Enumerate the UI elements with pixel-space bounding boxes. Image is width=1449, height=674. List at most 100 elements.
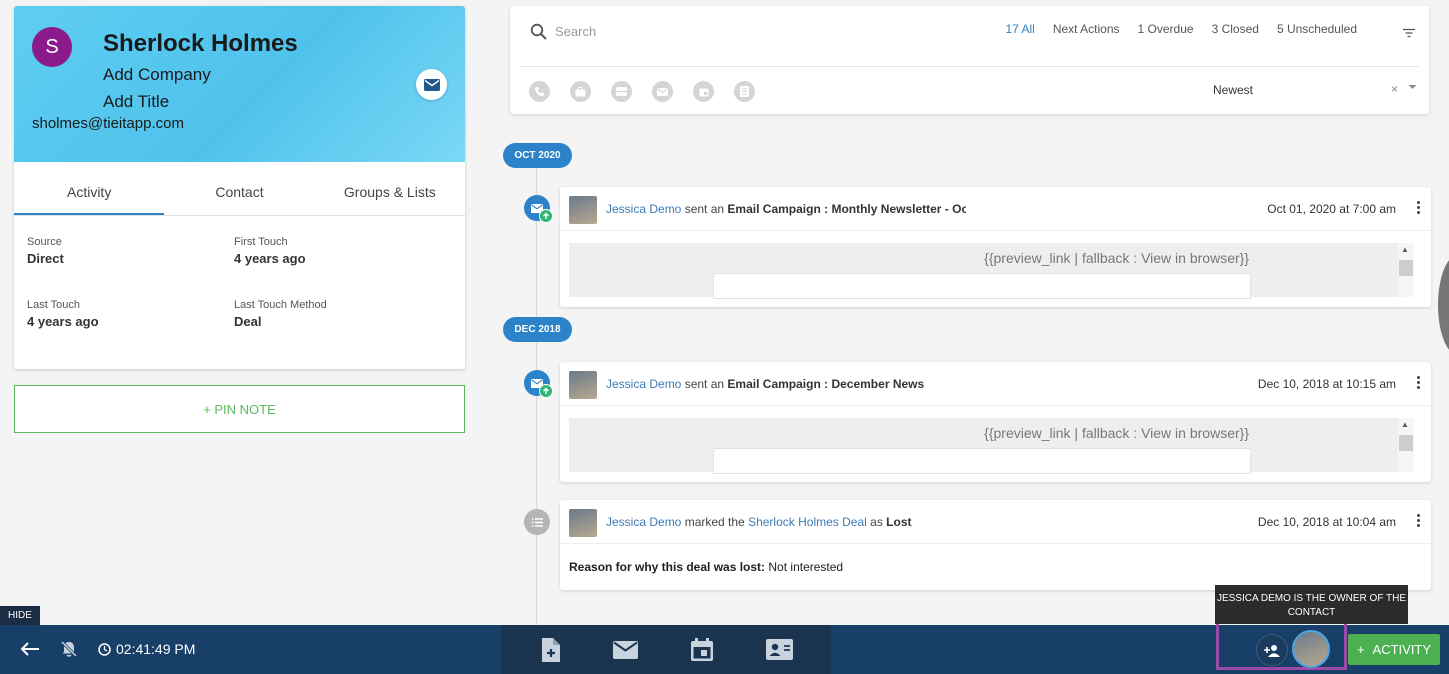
field-label: First Touch	[234, 236, 288, 248]
scrollbar-thumb[interactable]	[1399, 260, 1413, 276]
sort-menu-button[interactable]	[1403, 25, 1415, 43]
month-marker: DEC 2018	[503, 317, 572, 342]
deal-node	[524, 509, 550, 535]
email-preview[interactable]: {{preview_link | fallback : View in brow…	[569, 243, 1414, 299]
more-options-icon[interactable]	[1417, 376, 1421, 391]
assign-owner-button[interactable]	[1256, 634, 1288, 666]
contact-name[interactable]: Sherlock Holmes	[103, 30, 298, 58]
side-panel-handle[interactable]	[1438, 255, 1449, 355]
filter-closed[interactable]: 3 Closed	[1212, 22, 1259, 36]
actor-link[interactable]: Jessica Demo	[606, 377, 681, 391]
preview-text: {{preview_link | fallback : View in brow…	[984, 250, 1249, 266]
plus-icon: +	[1356, 642, 1365, 657]
bell-off-icon[interactable]	[60, 640, 78, 658]
sort-select[interactable]: Newest	[1213, 83, 1253, 97]
field-first-touch: First Touch 4 years ago	[234, 236, 306, 266]
activity-card[interactable]: Jessica Demo sent an Email Campaign : Mo…	[560, 187, 1431, 307]
email-icon[interactable]	[652, 81, 673, 102]
more-options-icon[interactable]	[1417, 514, 1421, 529]
field-label: Last Touch Method	[234, 299, 327, 311]
actor-link[interactable]: Jessica Demo	[606, 202, 681, 216]
clear-sort-button[interactable]: ×	[1391, 82, 1398, 96]
activity-verb: sent an	[684, 202, 725, 216]
month-marker: OCT 2020	[503, 143, 572, 168]
email-node	[524, 370, 553, 398]
person-add-icon	[1264, 644, 1280, 657]
add-title-link[interactable]: Add Title	[103, 92, 169, 112]
envelope-icon[interactable]	[612, 640, 638, 659]
calendar-icon[interactable]	[693, 81, 714, 102]
field-label: Last Touch	[27, 299, 81, 311]
email-node	[524, 195, 553, 223]
tab-groups-lists[interactable]: Groups & Lists	[315, 162, 465, 215]
activity-summary: Jessica Demo marked the Sherlock Holmes …	[606, 515, 912, 529]
scrollbar-thumb[interactable]	[1399, 435, 1413, 451]
tab-activity[interactable]: Activity	[14, 162, 165, 215]
deal-status: Lost	[886, 515, 912, 529]
preview-scrollbar[interactable]: ▲	[1398, 418, 1414, 472]
back-arrow-icon[interactable]	[20, 641, 40, 657]
preview-scrollbar[interactable]: ▲	[1398, 243, 1414, 297]
filter-next-actions[interactable]: Next Actions	[1053, 22, 1120, 36]
field-value: 4 years ago	[234, 251, 306, 266]
filter-lines-icon	[1403, 28, 1415, 38]
preview-body	[713, 273, 1251, 299]
chevron-up-icon[interactable]: ▲	[1401, 245, 1409, 254]
reason-label: Reason for why this deal was lost:	[569, 560, 766, 574]
arrow-up-icon	[539, 384, 553, 398]
briefcase-icon[interactable]	[570, 81, 591, 102]
activity-filter-bar: Search 17 All Next Actions 1 Overdue 3 C…	[510, 6, 1429, 114]
search-input[interactable]: Search	[555, 24, 596, 39]
activity-header: Jessica Demo sent an Email Campaign : Mo…	[560, 187, 1431, 231]
tab-contact[interactable]: Contact	[164, 162, 314, 215]
note-icon[interactable]	[611, 81, 632, 102]
contact-card: S Sherlock Holmes Add Company Add Title …	[14, 6, 465, 369]
contact-email[interactable]: sholmes@tieitapp.com	[32, 115, 184, 132]
email-preview[interactable]: {{preview_link | fallback : View in brow…	[569, 418, 1414, 474]
chevron-down-icon[interactable]	[1408, 82, 1417, 92]
owner-avatar[interactable]	[1292, 630, 1330, 668]
calendar-icon[interactable]	[690, 638, 713, 661]
filter-all[interactable]: 17 All	[1005, 22, 1034, 36]
add-activity-button[interactable]: + ACTIVITY	[1348, 634, 1440, 665]
activity-card[interactable]: Jessica Demo sent an Email Campaign : De…	[560, 362, 1431, 482]
user-avatar	[569, 509, 597, 537]
list-icon	[531, 517, 543, 527]
activity-verb: sent an	[684, 377, 725, 391]
activity-type-filters	[529, 81, 755, 102]
activity-card[interactable]: Jessica Demo marked the Sherlock Holmes …	[560, 500, 1431, 590]
activity-type: Email Campaign :	[727, 202, 829, 216]
call-timer: 02:41:49 PM	[98, 641, 195, 657]
filter-unscheduled[interactable]: 5 Unscheduled	[1277, 22, 1357, 36]
timer-value: 02:41:49 PM	[116, 641, 196, 657]
contact-card-icon[interactable]	[765, 639, 793, 660]
deal-link[interactable]: Sherlock Holmes Deal	[748, 515, 867, 529]
activity-date: Dec 10, 2018 at 10:15 am	[1257, 377, 1396, 391]
hide-bar-button[interactable]: HIDE	[0, 606, 40, 625]
activity-subject: December News	[831, 377, 925, 391]
send-email-button[interactable]	[416, 69, 447, 100]
divider	[520, 66, 1419, 67]
chevron-up-icon[interactable]: ▲	[1401, 420, 1409, 429]
activity-summary: Jessica Demo sent an Email Campaign : Mo…	[606, 202, 966, 216]
filter-overdue[interactable]: 1 Overdue	[1138, 22, 1194, 36]
preview-text: {{preview_link | fallback : View in brow…	[984, 425, 1249, 441]
activity-date: Oct 01, 2020 at 7:00 am	[1267, 202, 1396, 216]
activity-header: Jessica Demo sent an Email Campaign : De…	[560, 362, 1431, 406]
search-box[interactable]: Search	[530, 23, 596, 40]
quick-actions	[501, 625, 831, 674]
more-options-icon[interactable]	[1417, 201, 1421, 216]
activity-button-label: ACTIVITY	[1372, 642, 1432, 657]
phone-icon[interactable]	[529, 81, 550, 102]
sort-controls: ×	[1391, 82, 1417, 96]
add-company-link[interactable]: Add Company	[103, 65, 211, 85]
activity-subject: Monthly Newsletter - Oc	[831, 202, 966, 216]
pin-note-button[interactable]: + PIN NOTE	[14, 385, 465, 433]
actor-link[interactable]: Jessica Demo	[606, 515, 681, 529]
activity-header: Jessica Demo marked the Sherlock Holmes …	[560, 500, 1431, 544]
search-icon	[530, 23, 547, 40]
activity-counts: 17 All Next Actions 1 Overdue 3 Closed 5…	[1005, 22, 1357, 36]
envelope-icon	[423, 78, 440, 91]
task-icon[interactable]	[734, 81, 755, 102]
new-document-icon[interactable]	[540, 637, 560, 662]
